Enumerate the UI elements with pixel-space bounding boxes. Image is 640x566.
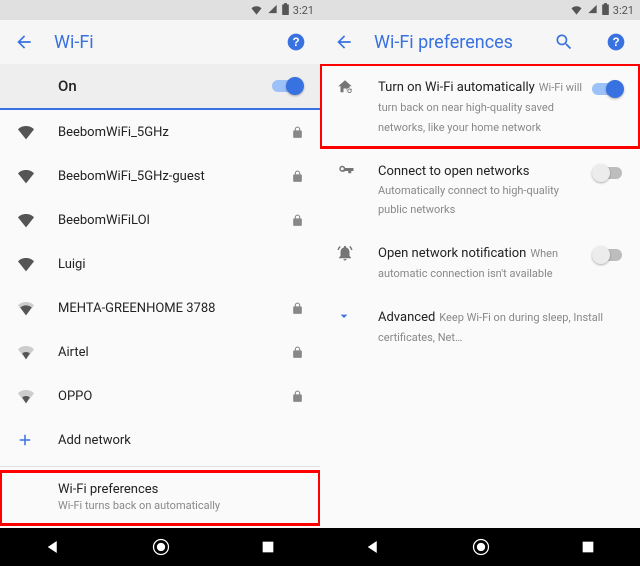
- home-refresh-icon: [336, 78, 354, 96]
- back-icon[interactable]: [334, 32, 354, 52]
- content-area: Turn on Wi-Fi automatically Wi-Fi will t…: [320, 64, 640, 528]
- wifi-signal-icon: [16, 344, 36, 360]
- nav-back-icon[interactable]: [364, 538, 382, 556]
- network-row[interactable]: BeebomWiFiLOl: [0, 198, 320, 242]
- wifi-signal-icon: [16, 168, 36, 184]
- item-title: Open network notification: [378, 246, 526, 261]
- wifi-preferences-row[interactable]: Wi-Fi preferences Wi-Fi turns back on au…: [0, 471, 320, 525]
- item-title: Advanced: [378, 310, 435, 325]
- status-bar: 3:21: [320, 0, 640, 20]
- nav-recent-icon[interactable]: [580, 539, 596, 555]
- network-row[interactable]: MEHTA-GREENHOME 3788: [0, 286, 320, 330]
- network-row[interactable]: BeebomWiFi_5GHz-guest: [0, 154, 320, 198]
- chevron-down-icon: [336, 308, 352, 324]
- nav-home-icon[interactable]: [151, 537, 171, 557]
- content-area: On BeebomWiFi_5GHz BeebomWiFi_5GHz-guest…: [0, 64, 320, 528]
- battery-icon: [602, 3, 609, 18]
- battery-icon: [282, 3, 289, 18]
- nav-bar: [320, 528, 640, 566]
- open-networks-switch[interactable]: [590, 164, 624, 182]
- signal-icon: [267, 4, 278, 17]
- page-title: Wi-Fi: [54, 32, 266, 53]
- page-title: Wi-Fi preferences: [374, 32, 534, 53]
- auto-wifi-switch[interactable]: [590, 80, 624, 98]
- nav-back-icon[interactable]: [44, 538, 62, 556]
- back-icon[interactable]: [14, 32, 34, 52]
- lock-icon: [291, 390, 304, 403]
- wifi-master-switch[interactable]: [270, 77, 304, 95]
- wifi-settings-screen: 3:21 Wi-Fi ? On BeebomWiFi_5GHz BeebomWi…: [0, 0, 320, 566]
- network-name: MEHTA-GREENHOME 3788: [58, 301, 268, 316]
- open-notification-switch[interactable]: [590, 246, 624, 264]
- clock-text: 3:21: [613, 4, 634, 17]
- network-name: Airtel: [58, 345, 268, 360]
- search-icon[interactable]: [554, 32, 574, 52]
- help-icon[interactable]: ?: [606, 32, 626, 52]
- add-network-label: Add network: [58, 433, 304, 448]
- nav-home-icon[interactable]: [471, 537, 491, 557]
- network-name: BeebomWiFi_5GHz-guest: [58, 169, 268, 184]
- wifi-preferences-screen: 3:21 Wi-Fi preferences ? Turn on Wi-Fi a…: [320, 0, 640, 566]
- network-name: BeebomWiFiLOl: [58, 213, 268, 228]
- app-bar: Wi-Fi ?: [0, 20, 320, 64]
- open-networks-row[interactable]: Connect to open networks Automatically c…: [320, 148, 640, 231]
- wifi-signal-icon: [16, 124, 36, 140]
- wifi-signal-icon: [16, 212, 36, 228]
- network-name: BeebomWiFi_5GHz: [58, 125, 268, 140]
- open-notification-row[interactable]: Open network notification When automatic…: [320, 230, 640, 294]
- bell-icon: [336, 244, 354, 262]
- item-subtitle: Automatically connect to high-quality pu…: [378, 184, 559, 217]
- network-row[interactable]: BeebomWiFi_5GHz: [0, 110, 320, 154]
- plus-icon: [16, 431, 34, 449]
- wifi-master-label: On: [58, 77, 270, 95]
- signal-icon: [587, 4, 598, 17]
- wifi-master-switch-row[interactable]: On: [0, 64, 320, 110]
- lock-icon: [291, 126, 304, 139]
- auto-wifi-row[interactable]: Turn on Wi-Fi automatically Wi-Fi will t…: [320, 64, 640, 148]
- help-icon[interactable]: ?: [286, 32, 306, 52]
- wifi-status-icon: [570, 5, 583, 15]
- item-title: Connect to open networks: [378, 164, 529, 179]
- item-title: Turn on Wi-Fi automatically: [378, 80, 535, 95]
- wifi-signal-icon: [16, 300, 36, 316]
- lock-icon: [291, 214, 304, 227]
- network-row[interactable]: OPPO: [0, 374, 320, 418]
- lock-icon: [291, 302, 304, 315]
- svg-text:?: ?: [292, 36, 299, 49]
- divider: [0, 466, 320, 467]
- nav-recent-icon[interactable]: [260, 539, 276, 555]
- pref-title: Wi-Fi preferences: [58, 482, 304, 497]
- advanced-row[interactable]: Advanced Keep Wi-Fi on during sleep, Ins…: [320, 294, 640, 358]
- svg-text:?: ?: [612, 36, 619, 49]
- nav-bar: [0, 528, 320, 566]
- lock-icon: [291, 170, 304, 183]
- key-icon: [336, 162, 356, 180]
- status-bar: 3:21: [0, 0, 320, 20]
- network-row[interactable]: Airtel: [0, 330, 320, 374]
- wifi-signal-icon: [16, 388, 36, 404]
- network-name: OPPO: [58, 389, 268, 404]
- network-name: Luigi: [58, 257, 268, 272]
- clock-text: 3:21: [293, 4, 314, 17]
- pref-subtitle: Wi-Fi turns back on automatically: [58, 499, 304, 513]
- wifi-status-icon: [250, 5, 263, 15]
- lock-icon: [291, 346, 304, 359]
- add-network-row[interactable]: Add network: [0, 418, 320, 462]
- network-row[interactable]: Luigi: [0, 242, 320, 286]
- app-bar: Wi-Fi preferences ?: [320, 20, 640, 64]
- wifi-signal-icon: [16, 256, 36, 272]
